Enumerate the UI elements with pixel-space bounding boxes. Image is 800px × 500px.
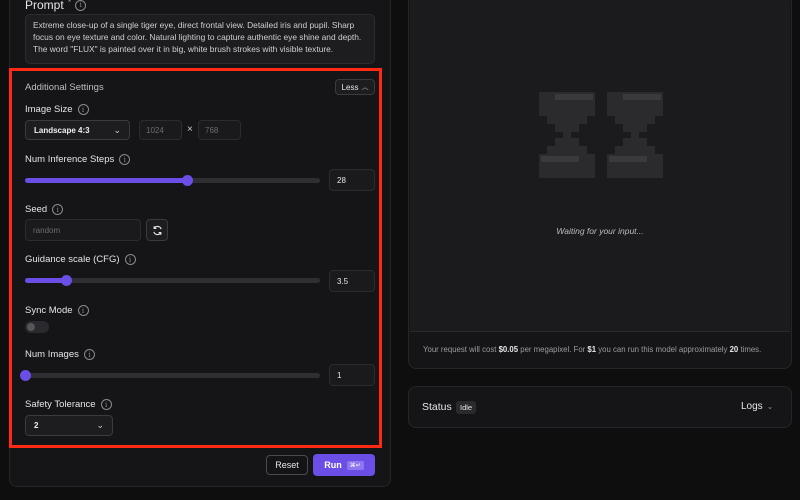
waiting-message: Waiting for your input... (556, 226, 644, 236)
randomize-seed-button[interactable] (146, 219, 168, 241)
times-separator: × (187, 124, 193, 135)
info-icon[interactable]: i (100, 399, 112, 410)
sync-mode-label: Sync Mode i (25, 305, 89, 316)
inference-steps-input[interactable]: 28 (329, 169, 375, 191)
chevron-down-icon: ⌄ (96, 420, 104, 430)
info-icon[interactable]: i (83, 349, 95, 360)
price: $0.05 (498, 345, 519, 354)
logs-toggle[interactable]: Logs ⌄ (741, 401, 773, 412)
reset-button[interactable]: Reset (266, 455, 308, 475)
slider-fill (25, 278, 67, 283)
safety-tolerance-label: Safety Tolerance i (25, 399, 112, 410)
additional-settings-title: Additional Settings (25, 82, 104, 93)
run-button[interactable]: Run ⌘↵ (313, 454, 375, 476)
prompt-label: Prompt * i (25, 0, 87, 12)
image-size-label: Image Size i (25, 104, 89, 115)
chevron-up-icon: ︿ (361, 84, 369, 91)
guidance-input[interactable]: 3.5 (329, 270, 375, 292)
required-mark: * (67, 0, 72, 7)
run-shortcut: ⌘↵ (346, 460, 364, 470)
slider-thumb[interactable] (20, 370, 31, 381)
chevron-down-icon: ⌄ (766, 402, 774, 411)
safety-tolerance-select[interactable]: 2 ⌄ (25, 415, 113, 436)
less-button[interactable]: Less ︿ (335, 79, 375, 95)
info-icon[interactable]: i (77, 305, 89, 316)
num-images-label: Num Images i (25, 349, 95, 360)
info-icon[interactable]: i (77, 104, 89, 115)
slider-fill (25, 178, 188, 183)
inference-steps-label: Num Inference Steps i (25, 154, 131, 165)
height-input[interactable]: 768 (198, 120, 241, 140)
guidance-slider[interactable] (25, 275, 320, 286)
less-label: Less (341, 82, 359, 92)
toggle-knob (27, 323, 35, 331)
num-images-input[interactable]: 1 (329, 364, 375, 386)
dollar-amount: $1 (587, 345, 597, 354)
run-label: Run (324, 460, 342, 470)
run-count: 20 (729, 345, 739, 354)
info-icon[interactable]: i (119, 154, 131, 165)
chevron-down-icon: ⌄ (113, 124, 121, 135)
image-size-value: Landscape 4:3 (34, 125, 90, 135)
guidance-label: Guidance scale (CFG) i (25, 254, 136, 265)
info-icon[interactable]: i (75, 0, 87, 11)
fal-logo-icon (535, 80, 667, 190)
inference-steps-slider[interactable] (25, 175, 320, 186)
seed-label: Seed i (25, 204, 64, 215)
logs-label: Logs (741, 401, 763, 412)
sync-mode-toggle[interactable] (25, 321, 49, 333)
image-size-select[interactable]: Landscape 4:3 ⌄ (25, 120, 130, 140)
width-input[interactable]: 1024 (139, 120, 182, 140)
seed-input[interactable]: random (25, 219, 141, 241)
status-label: Status (422, 401, 452, 413)
info-icon[interactable]: i (52, 204, 64, 215)
status-badge: Idle (456, 401, 477, 414)
safety-tolerance-value: 2 (34, 421, 39, 430)
refresh-icon (152, 225, 162, 235)
num-images-slider[interactable] (20, 370, 320, 381)
cost-info: Your request will cost $0.05 per megapix… (423, 345, 762, 354)
prompt-textarea[interactable]: Extreme close-up of a single tiger eye, … (25, 14, 375, 64)
info-icon[interactable]: i (124, 254, 136, 265)
